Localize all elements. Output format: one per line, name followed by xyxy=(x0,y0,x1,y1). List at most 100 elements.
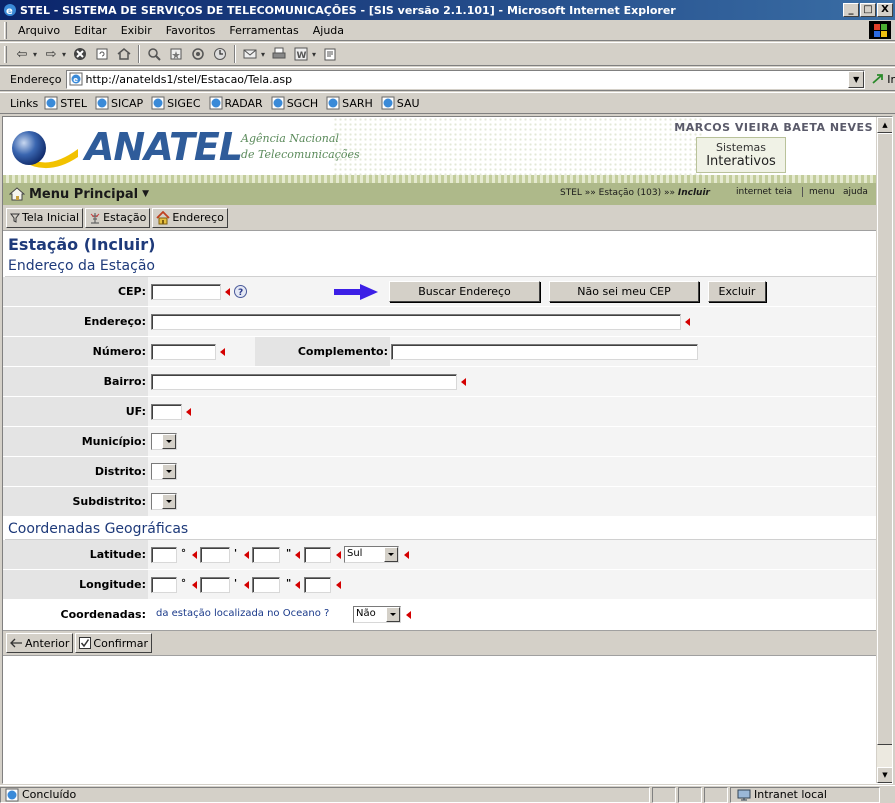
menu-bar: Arquivo Editar Exibir Favoritos Ferramen… xyxy=(0,20,895,41)
print-icon[interactable] xyxy=(268,44,290,64)
vertical-scrollbar[interactable]: ▲ ▼ xyxy=(876,117,892,783)
header-stripe xyxy=(3,175,878,183)
menu-principal[interactable]: Menu Principal ▼ xyxy=(3,187,149,202)
menu-favoritos[interactable]: Favoritos xyxy=(159,24,223,37)
address-input[interactable]: e http://anatelds1/stel/Estacao/Tela.asp… xyxy=(65,69,866,89)
latitude-fraction-input[interactable] xyxy=(304,547,331,563)
estacao-button[interactable]: Estação xyxy=(85,207,151,228)
link-sicap[interactable]: SICAP xyxy=(95,96,151,110)
distrito-label: Distrito: xyxy=(3,457,148,486)
complemento-input[interactable] xyxy=(391,344,698,360)
anterior-button[interactable]: Anterior xyxy=(6,633,74,653)
bairro-input[interactable] xyxy=(151,374,457,390)
refresh-icon[interactable] xyxy=(91,44,113,64)
anterior-label: Anterior xyxy=(25,636,70,650)
menu-arquivo[interactable]: Arquivo xyxy=(11,24,67,37)
mail-icon[interactable] xyxy=(239,44,261,64)
endereco-input[interactable] xyxy=(151,314,681,330)
buscar-endereco-button[interactable]: Buscar Endereço xyxy=(389,281,540,302)
longitude-minutes-input[interactable] xyxy=(200,577,230,593)
nav-link-ajuda[interactable]: ajuda xyxy=(843,187,868,197)
address-dropdown-icon[interactable]: ▼ xyxy=(848,70,865,88)
mail-dropdown-icon[interactable]: ▾ xyxy=(261,50,265,59)
favorites-icon[interactable] xyxy=(165,44,187,64)
history-icon[interactable] xyxy=(209,44,231,64)
home-icon[interactable] xyxy=(113,44,135,64)
forward-dropdown-icon[interactable]: ▾ xyxy=(62,50,66,59)
systems-tab[interactable]: Sistemas Interativos xyxy=(696,137,786,173)
longitude-degrees-input[interactable] xyxy=(151,577,177,593)
menu-exibir[interactable]: Exibir xyxy=(114,24,159,37)
required-marker-icon xyxy=(244,551,249,559)
ocean-select[interactable]: Não xyxy=(353,606,401,623)
distrito-select[interactable] xyxy=(151,463,177,480)
longitude-fraction-input[interactable] xyxy=(304,577,331,593)
menu-ferramentas[interactable]: Ferramentas xyxy=(222,24,305,37)
security-zone: Intranet local xyxy=(730,786,880,803)
search-icon[interactable] xyxy=(143,44,165,64)
go-button[interactable]: Ir xyxy=(871,72,895,86)
address-url: http://anatelds1/stel/Estacao/Tela.asp xyxy=(85,72,293,86)
cep-input[interactable] xyxy=(151,284,221,300)
distrito-area xyxy=(148,457,878,486)
link-sarh[interactable]: SARH xyxy=(326,96,381,110)
links-label: Links xyxy=(10,96,39,110)
page-icon xyxy=(326,96,340,110)
minute-symbol: ' xyxy=(234,548,238,559)
breadcrumb: STEL »» Estação (103) »» Incluir xyxy=(560,188,710,198)
link-label: SARH xyxy=(342,96,373,110)
link-label: RADAR xyxy=(224,96,263,110)
toolbar-grip xyxy=(4,45,7,63)
uf-input[interactable] xyxy=(151,404,182,420)
endereco-button[interactable]: Endereço xyxy=(152,207,228,228)
maximize-button[interactable]: □ xyxy=(860,3,876,17)
tela-inicial-button[interactable]: Tela Inicial xyxy=(6,207,84,228)
nao-sei-cep-button[interactable]: Não sei meu CEP xyxy=(549,281,699,302)
stop-icon[interactable] xyxy=(69,44,91,64)
hemisphere-select[interactable]: Sul xyxy=(344,546,399,563)
scroll-thumb[interactable] xyxy=(877,133,892,745)
latitude-seconds-input[interactable] xyxy=(252,547,280,563)
link-stel[interactable]: STEL xyxy=(44,96,95,110)
systems-line1: Sistemas xyxy=(715,141,767,154)
forward-icon[interactable]: ⇨ xyxy=(40,44,62,64)
latitude-minutes-input[interactable] xyxy=(200,547,230,563)
subdistrito-area xyxy=(148,487,878,516)
menu-ajuda[interactable]: Ajuda xyxy=(306,24,351,37)
media-icon[interactable] xyxy=(187,44,209,64)
confirmar-button[interactable]: Confirmar xyxy=(75,633,153,653)
back-dropdown-icon[interactable]: ▾ xyxy=(33,50,37,59)
help-icon[interactable]: ? xyxy=(234,285,247,298)
row-bairro: Bairro: xyxy=(3,367,878,397)
row-municipio: Município: xyxy=(3,427,878,457)
anatel-header: ANATEL Agência Nacional de Telecomunicaç… xyxy=(3,117,878,205)
discuss-icon[interactable] xyxy=(319,44,341,64)
close-button[interactable]: X xyxy=(877,3,893,17)
status-cell xyxy=(678,786,702,803)
menu-editar[interactable]: Editar xyxy=(67,24,114,37)
latitude-degrees-input[interactable] xyxy=(151,547,177,563)
agency-line1: Agência Nacional xyxy=(241,132,339,145)
minimize-button[interactable]: _ xyxy=(843,3,859,17)
municipio-select[interactable] xyxy=(151,433,177,450)
scroll-up-icon[interactable]: ▲ xyxy=(877,117,892,133)
back-icon[interactable]: ⇦ xyxy=(11,44,33,64)
subdistrito-select[interactable] xyxy=(151,493,177,510)
edit-word-icon[interactable]: W xyxy=(290,44,312,64)
scroll-down-icon[interactable]: ▼ xyxy=(877,767,892,783)
edit-dropdown-icon[interactable]: ▾ xyxy=(312,50,316,59)
row-distrito: Distrito: xyxy=(3,457,878,487)
link-radar[interactable]: RADAR xyxy=(209,96,271,110)
required-marker-icon xyxy=(186,408,191,416)
nav-link-teia[interactable]: teia xyxy=(775,187,792,197)
standard-toolbar: ⇦ ▾ ⇨ ▾ ▾ W ▾ xyxy=(0,42,895,66)
link-sigec[interactable]: SIGEC xyxy=(151,96,208,110)
ocean-value: Não xyxy=(356,608,376,619)
numero-input[interactable] xyxy=(151,344,216,360)
excluir-button[interactable]: Excluir xyxy=(708,281,766,302)
longitude-seconds-input[interactable] xyxy=(252,577,280,593)
nav-link-menu[interactable]: menu xyxy=(802,187,835,197)
link-sgch[interactable]: SGCH xyxy=(271,96,326,110)
nav-link-internet[interactable]: internet xyxy=(736,187,772,197)
link-sau[interactable]: SAU xyxy=(381,96,428,110)
